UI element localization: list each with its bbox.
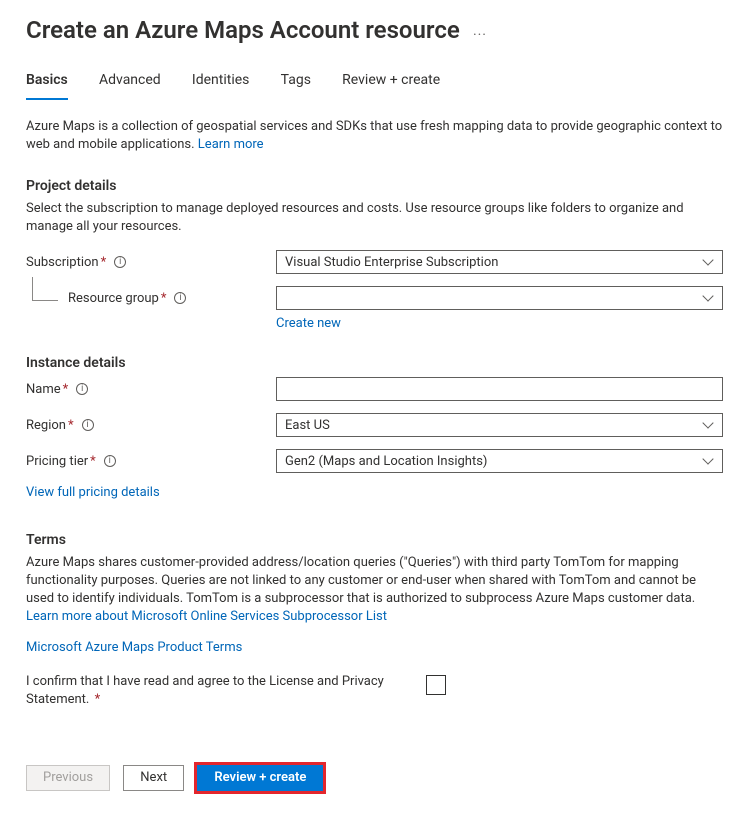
subscription-dropdown[interactable]: Visual Studio Enterprise Subscription — [276, 250, 723, 274]
name-input[interactable] — [276, 377, 723, 401]
info-icon[interactable]: i — [76, 383, 88, 395]
tab-basics[interactable]: Basics — [26, 66, 68, 100]
region-dropdown[interactable]: East US — [276, 413, 723, 437]
chevron-down-icon — [704, 420, 714, 430]
project-details-heading: Project details — [26, 178, 723, 194]
pricing-dropdown[interactable]: Gen2 (Maps and Location Insights) — [276, 449, 723, 473]
chevron-down-icon — [704, 456, 714, 466]
chevron-down-icon — [704, 257, 714, 267]
info-icon[interactable]: i — [104, 455, 116, 467]
product-terms-link[interactable]: Microsoft Azure Maps Product Terms — [26, 640, 242, 655]
region-value: East US — [285, 418, 330, 433]
pricing-value: Gen2 (Maps and Location Insights) — [285, 454, 487, 469]
tab-tags[interactable]: Tags — [281, 66, 311, 100]
footer-bar: Previous Next Review + create — [0, 757, 749, 805]
previous-button: Previous — [26, 765, 110, 791]
chevron-down-icon — [704, 293, 714, 303]
name-label: Name — [26, 382, 61, 397]
intro-body: Azure Maps is a collection of geospatial… — [26, 119, 722, 152]
required-mark: * — [95, 692, 101, 707]
learn-more-link[interactable]: Learn more — [198, 137, 264, 152]
create-new-link[interactable]: Create new — [276, 316, 341, 331]
required-mark: * — [161, 291, 167, 306]
terms-body: Azure Maps shares customer-provided addr… — [26, 554, 723, 626]
more-icon[interactable]: ··· — [473, 27, 487, 43]
hierarchy-connector — [32, 277, 58, 301]
intro-text: Azure Maps is a collection of geospatial… — [26, 118, 723, 154]
project-details-desc: Select the subscription to manage deploy… — [26, 200, 723, 236]
tab-identities[interactable]: Identities — [192, 66, 249, 100]
required-mark: * — [90, 454, 96, 469]
terms-heading: Terms — [26, 532, 723, 548]
tabs-bar: Basics Advanced Identities Tags Review +… — [26, 66, 723, 100]
subprocessor-link[interactable]: Learn more about Microsoft Online Servic… — [26, 609, 387, 624]
required-mark: * — [63, 382, 69, 397]
tab-advanced[interactable]: Advanced — [99, 66, 161, 100]
instance-details-heading: Instance details — [26, 355, 723, 371]
subscription-label: Subscription — [26, 255, 99, 270]
info-icon[interactable]: i — [82, 419, 94, 431]
required-mark: * — [68, 418, 74, 433]
pricing-label: Pricing tier — [26, 454, 88, 469]
confirm-label: I confirm that I have read and agree to … — [26, 674, 384, 707]
region-label: Region — [26, 418, 66, 433]
subscription-value: Visual Studio Enterprise Subscription — [285, 255, 498, 270]
confirm-checkbox[interactable] — [426, 675, 446, 695]
review-create-button[interactable]: Review + create — [197, 765, 323, 791]
info-icon[interactable]: i — [114, 256, 126, 268]
tab-review-create[interactable]: Review + create — [342, 66, 440, 100]
resource-group-label: Resource group — [68, 291, 159, 306]
info-icon[interactable]: i — [174, 292, 186, 304]
page-title: Create an Azure Maps Account resource — [26, 16, 460, 44]
terms-text: Azure Maps shares customer-provided addr… — [26, 555, 696, 606]
pricing-details-link[interactable]: View full pricing details — [26, 485, 160, 500]
next-button[interactable]: Next — [123, 765, 184, 791]
required-mark: * — [101, 255, 107, 270]
resource-group-dropdown[interactable] — [276, 286, 723, 310]
